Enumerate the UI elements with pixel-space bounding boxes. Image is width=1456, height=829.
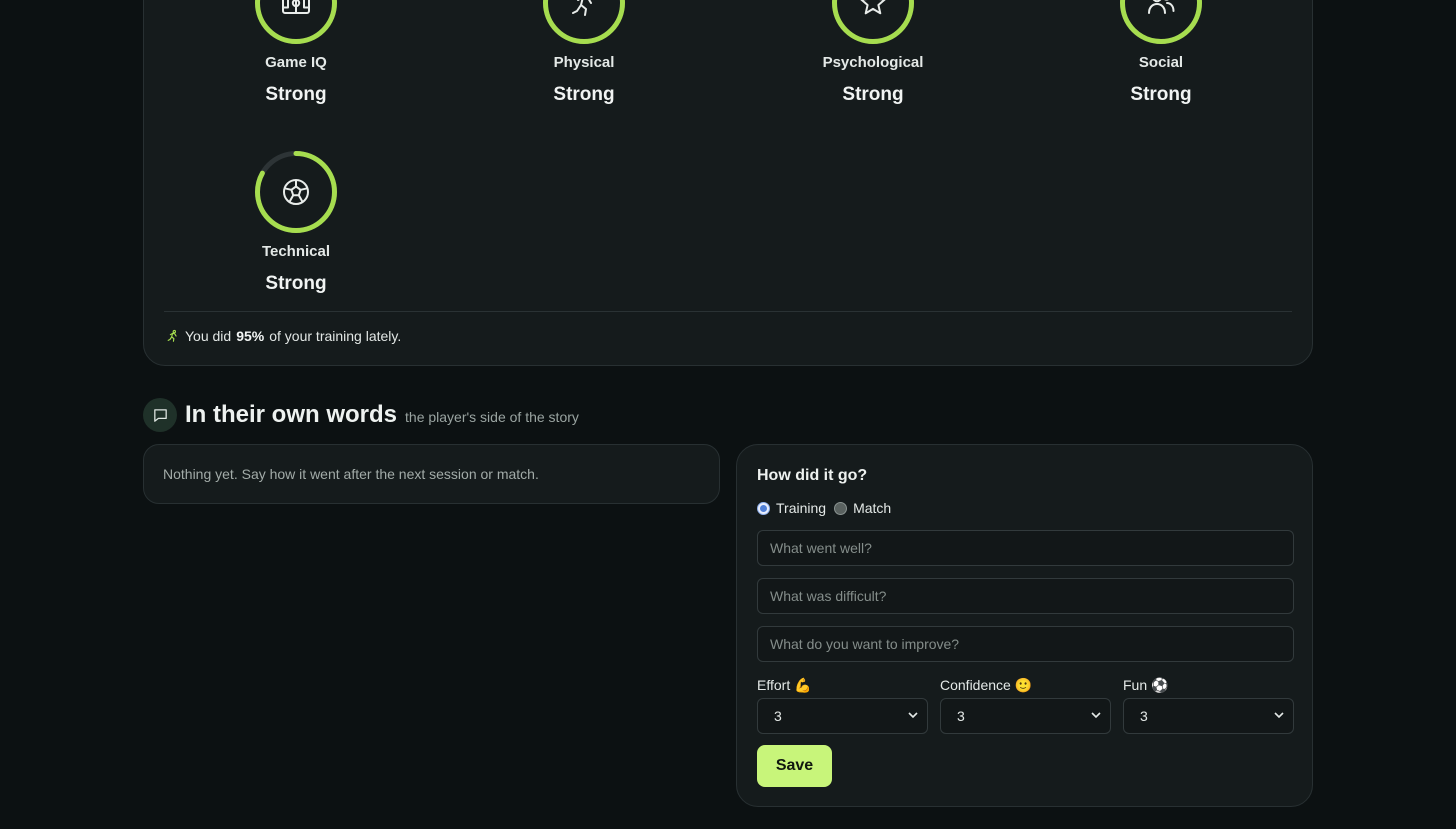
empty-state-card: Nothing yet. Say how it went after the n… <box>143 444 720 504</box>
people-icon <box>1148 0 1175 14</box>
went-well-input[interactable] <box>757 530 1294 566</box>
effort-select[interactable]: 3 <box>757 698 928 734</box>
chevron-down-icon <box>1274 712 1284 719</box>
empty-state-text: Nothing yet. Say how it went after the n… <box>163 466 539 482</box>
soccer-ball-icon: ⚽ <box>1151 677 1169 693</box>
training-summary: You did 95% of your training lately. <box>166 328 401 344</box>
development-stats-card: Game IQ Strong Physical Strong Psycholog… <box>143 0 1313 366</box>
progress-ring <box>542 0 626 45</box>
fun-value: 3 <box>1140 708 1148 724</box>
section-header: In their own words the player's side of … <box>143 398 579 432</box>
metric-label: Physical <box>553 54 615 71</box>
metric-social: Social Strong <box>1061 0 1261 106</box>
progress-ring <box>254 0 338 45</box>
metric-value: Strong <box>842 84 904 105</box>
effort-value: 3 <box>774 708 782 724</box>
match-radio[interactable] <box>834 501 848 515</box>
chevron-down-icon <box>908 712 918 719</box>
metric-label: Social <box>1138 54 1184 71</box>
fun-rating: Fun ⚽ 3 <box>1123 676 1294 734</box>
chevron-down-icon <box>1091 712 1101 719</box>
training-radio[interactable] <box>757 501 770 515</box>
metric-technical: Technical Strong <box>196 150 396 295</box>
metric-label: Psychological <box>822 54 924 71</box>
training-note-suffix: of your training lately. <box>269 328 402 344</box>
metric-psychological: Psychological Strong <box>773 0 973 106</box>
confidence-label: Confidence <box>940 677 1011 693</box>
metric-value: Strong <box>1130 84 1192 105</box>
match-radio-label[interactable]: Match <box>853 500 891 516</box>
runner-icon <box>167 329 177 342</box>
chat-bubble-icon <box>143 398 177 432</box>
metric-value: Strong <box>553 84 615 105</box>
effort-rating: Effort 💪 3 <box>757 676 928 734</box>
training-note-prefix: You did <box>185 328 232 344</box>
metric-label: Technical <box>261 243 331 260</box>
form-title: How did it go? <box>757 467 868 484</box>
progress-ring <box>1119 0 1203 45</box>
save-button[interactable]: Save <box>757 745 832 787</box>
metric-value: Strong <box>265 84 327 105</box>
confidence-select[interactable]: 3 <box>940 698 1111 734</box>
confidence-rating: Confidence 🙂 3 <box>940 676 1111 734</box>
confidence-value: 3 <box>957 708 965 724</box>
training-percent: 95% <box>236 328 265 344</box>
flexed-bicep-icon: 💪 <box>794 677 812 693</box>
metric-label: Game IQ <box>265 54 327 71</box>
runner-icon <box>572 0 592 16</box>
field-icon <box>282 0 310 14</box>
section-subtitle: the player's side of the story <box>405 409 579 425</box>
progress-ring <box>831 0 915 45</box>
smiley-icon: 🙂 <box>1014 677 1033 693</box>
fun-select[interactable]: 3 <box>1123 698 1294 734</box>
difficult-input[interactable] <box>757 578 1294 614</box>
star-icon <box>860 0 886 15</box>
reflection-form: How did it go? Training Match Effort 💪 3… <box>736 444 1313 807</box>
divider <box>164 311 1292 312</box>
progress-ring <box>254 150 338 234</box>
effort-label: Effort <box>757 677 791 693</box>
session-type-group: Training Match <box>757 500 899 516</box>
metric-game-iq: Game IQ Strong <box>196 0 396 106</box>
soccer-ball-icon <box>283 179 309 205</box>
metric-value: Strong <box>265 273 327 294</box>
fun-label: Fun <box>1123 677 1148 693</box>
training-radio-label[interactable]: Training <box>776 500 826 516</box>
section-title: In their own words <box>185 401 398 428</box>
improve-input[interactable] <box>757 626 1294 662</box>
metric-physical: Physical Strong <box>484 0 684 106</box>
